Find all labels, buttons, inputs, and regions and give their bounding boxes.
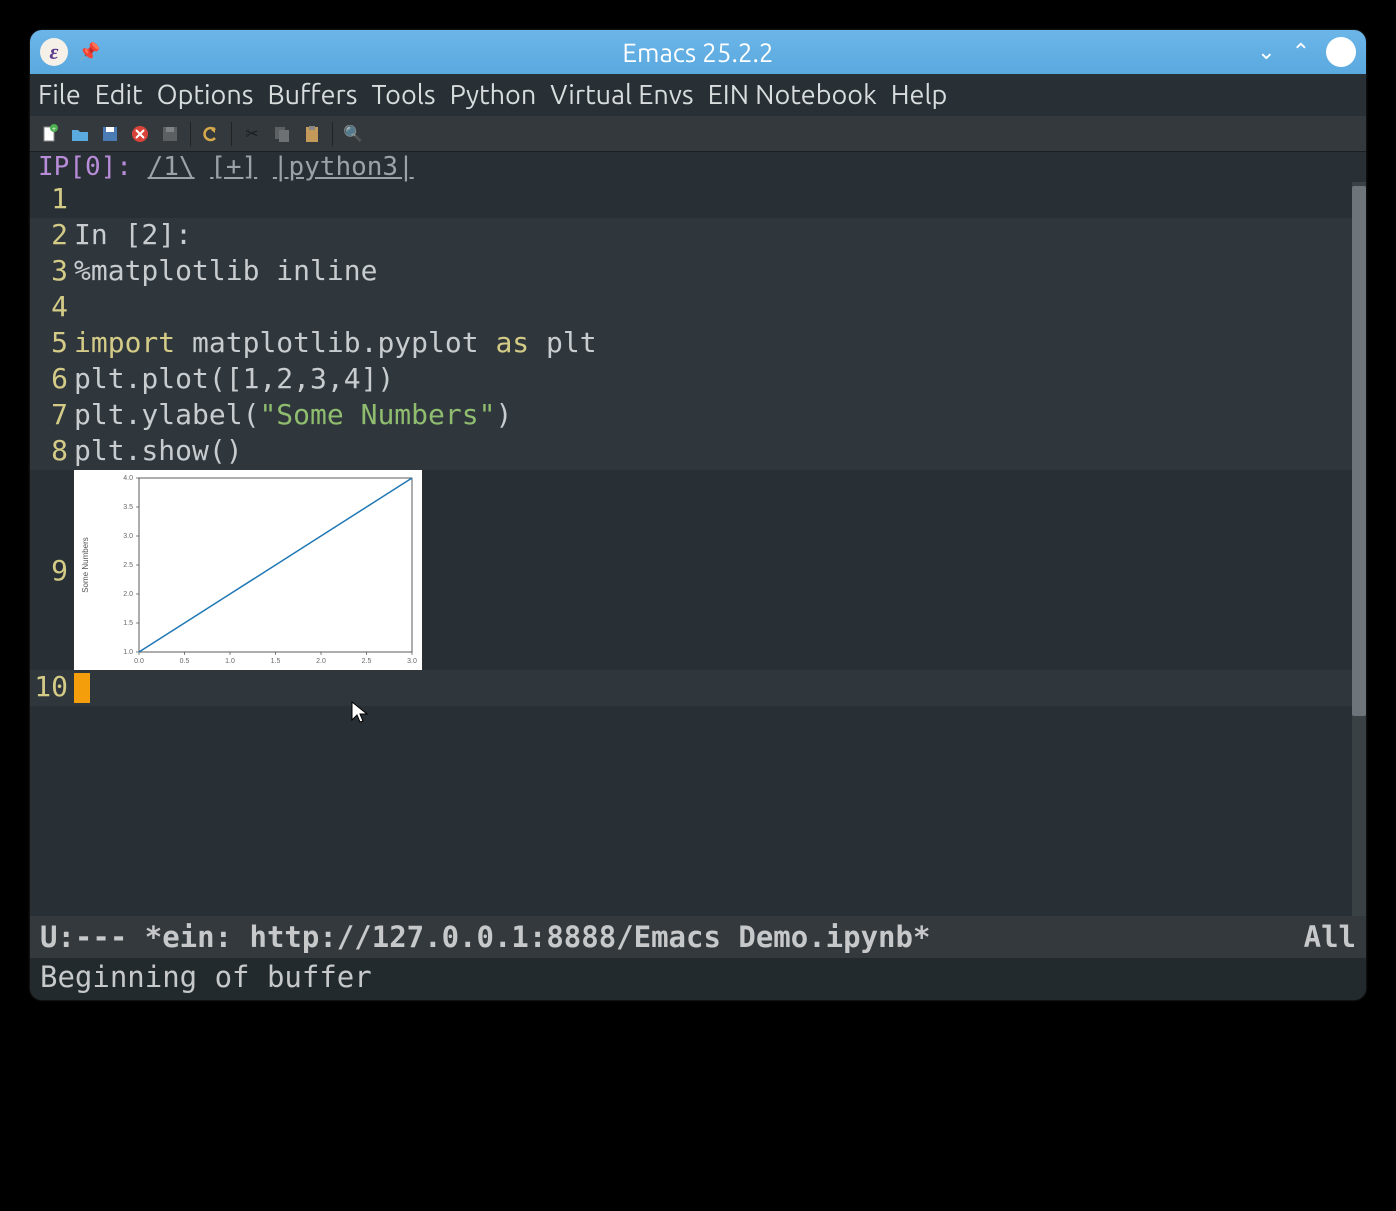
line-number: 3: [30, 254, 74, 287]
copy-icon[interactable]: [270, 122, 294, 146]
new-file-icon[interactable]: +: [38, 122, 62, 146]
code-line[interactable]: plt.plot([1,2,3,4]): [74, 362, 1352, 395]
menu-buffers[interactable]: Buffers: [267, 80, 357, 110]
close-icon[interactable]: ✕: [1326, 37, 1356, 67]
svg-text:3.5: 3.5: [123, 504, 133, 511]
menu-help[interactable]: Help: [891, 80, 948, 110]
line-number: 8: [30, 434, 74, 467]
save-icon[interactable]: [98, 122, 122, 146]
svg-text:1.0: 1.0: [225, 658, 235, 665]
svg-text:Some Numbers: Some Numbers: [81, 537, 90, 593]
menu-file[interactable]: File: [38, 80, 81, 110]
menu-edit[interactable]: Edit: [95, 80, 143, 110]
svg-text:3.0: 3.0: [123, 533, 133, 540]
cut-icon[interactable]: ✂: [240, 122, 264, 146]
modeline-buffer: U:--- *ein: http://127.0.0.1:8888/Emacs …: [40, 920, 930, 954]
delete-icon[interactable]: [128, 122, 152, 146]
scrollbar[interactable]: [1352, 182, 1366, 916]
minimize-icon[interactable]: ⌄: [1257, 39, 1275, 65]
svg-text:0.0: 0.0: [134, 658, 144, 665]
svg-text:2.0: 2.0: [123, 591, 133, 598]
svg-text:3.0: 3.0: [407, 658, 417, 665]
line-number: 7: [30, 398, 74, 431]
kernel-indicator[interactable]: |python3|: [273, 152, 414, 182]
svg-text:2.5: 2.5: [362, 658, 372, 665]
code-line[interactable]: plt.ylabel("Some Numbers"): [74, 398, 1352, 431]
svg-text:0.5: 0.5: [180, 658, 190, 665]
toolbar: + ✂ 🔍: [30, 116, 1366, 152]
modeline-position: All: [1304, 920, 1356, 954]
emacs-window: ε 📌 Emacs 25.2.2 ⌄ ⌃ ✕ File Edit Options…: [30, 30, 1366, 1000]
modeline[interactable]: U:--- *ein: http://127.0.0.1:8888/Emacs …: [30, 916, 1366, 958]
line-number: 2: [30, 218, 74, 251]
emacs-app-icon: ε: [40, 38, 68, 66]
text-cursor: [74, 673, 90, 703]
svg-text:2.0: 2.0: [316, 658, 326, 665]
svg-text:1.5: 1.5: [271, 658, 281, 665]
line-number: 9: [30, 554, 74, 587]
minibuffer-message: Beginning of buffer: [40, 960, 372, 994]
matplotlib-output-plot: 1.0 1.5 2.0 2.5 3.0 3.5 4.0 0.0 0.5 1.0 1.5 2.0 2.5 3…: [74, 470, 422, 670]
titlebar[interactable]: ε 📌 Emacs 25.2.2 ⌄ ⌃ ✕: [30, 30, 1366, 74]
pin-icon[interactable]: 📌: [78, 42, 100, 63]
code-line[interactable]: %matplotlib inline: [74, 254, 1352, 287]
cell-prompt[interactable]: In [2]:: [74, 218, 1352, 251]
line-number: 6: [30, 362, 74, 395]
search-icon[interactable]: 🔍: [341, 122, 365, 146]
modified-indicator[interactable]: [+]: [210, 152, 257, 182]
svg-text:2.5: 2.5: [123, 562, 133, 569]
menu-python[interactable]: Python: [450, 80, 537, 110]
code-line[interactable]: plt.show(): [74, 434, 1352, 467]
code-line[interactable]: import matplotlib.pyplot as plt: [74, 326, 1352, 359]
menu-options[interactable]: Options: [157, 80, 254, 110]
worksheet-indicator[interactable]: /1\: [148, 152, 195, 182]
minibuffer[interactable]: Beginning of buffer: [30, 958, 1366, 1000]
code-line[interactable]: [74, 670, 1352, 703]
notebook-header: IP[0]: /1\ [+] |python3|: [30, 152, 1366, 182]
undo-icon[interactable]: [199, 122, 223, 146]
svg-text:1.5: 1.5: [123, 620, 133, 627]
menu-ein-notebook[interactable]: EIN Notebook: [708, 80, 877, 110]
scrollbar-thumb[interactable]: [1352, 186, 1366, 716]
line-number: 4: [30, 290, 74, 323]
editor[interactable]: 1 2In [2]: 3%matplotlib inline 4 5import…: [30, 182, 1366, 916]
menu-virtual-envs[interactable]: Virtual Envs: [550, 80, 693, 110]
line-number: 1: [30, 182, 74, 215]
menubar: File Edit Options Buffers Tools Python V…: [30, 74, 1366, 116]
window-title: Emacs 25.2.2: [622, 38, 773, 67]
line-number: 5: [30, 326, 74, 359]
svg-text:1.0: 1.0: [123, 649, 133, 656]
menu-tools[interactable]: Tools: [371, 80, 435, 110]
maximize-icon[interactable]: ⌃: [1292, 39, 1310, 65]
save-as-icon[interactable]: [158, 122, 182, 146]
ip-label: IP[0]:: [38, 152, 148, 182]
open-file-icon[interactable]: [68, 122, 92, 146]
paste-icon[interactable]: [300, 122, 324, 146]
svg-text:+: +: [52, 125, 56, 133]
svg-text:4.0: 4.0: [123, 475, 133, 482]
line-number: 10: [30, 670, 74, 703]
